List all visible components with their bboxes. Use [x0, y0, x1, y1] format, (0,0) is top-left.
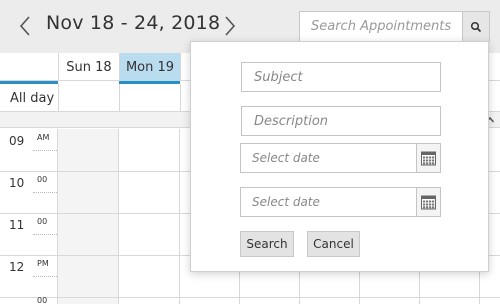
hour-line [0, 297, 500, 298]
day-column-mon[interactable] [119, 129, 180, 304]
next-week-button[interactable] [222, 12, 238, 40]
start-date-field [240, 143, 441, 173]
all-day-cell[interactable] [119, 84, 180, 112]
chevron-right-icon [225, 16, 236, 36]
calendar-icon [421, 151, 436, 165]
day-column-sun[interactable] [58, 129, 119, 304]
day-column[interactable] [180, 129, 190, 304]
time-label-suffix: 00 [37, 296, 48, 304]
start-date-input[interactable] [241, 144, 415, 172]
time-label-hour: 11 [9, 218, 25, 232]
subject-field [241, 62, 441, 92]
end-date-picker-button[interactable] [416, 188, 440, 216]
day-label: Mon 19 [125, 59, 175, 75]
time-label-suffix: PM [37, 259, 49, 268]
time-label-hour: 12 [9, 260, 25, 274]
end-date-field [240, 187, 441, 217]
search-appointments-box [299, 11, 463, 42]
description-input[interactable] [242, 107, 440, 135]
half-hour-line [33, 150, 57, 151]
time-label-hour: 09 [9, 134, 25, 148]
column-divider [57, 129, 58, 304]
chevron-left-icon [19, 16, 30, 36]
search-submit-button[interactable]: Search [240, 231, 294, 257]
search-appointments-input[interactable] [300, 12, 462, 41]
column-divider [179, 129, 180, 304]
search-icon [470, 21, 482, 32]
half-hour-line [33, 192, 57, 193]
all-day-label: All day [10, 91, 55, 106]
calendar-icon [421, 195, 436, 209]
day-header-mon[interactable]: Mon 19 [119, 53, 180, 81]
time-label-hour: 10 [9, 176, 25, 190]
advanced-search-popup: Search Cancel [190, 41, 489, 272]
previous-week-button[interactable] [17, 12, 33, 40]
search-button[interactable] [462, 11, 490, 42]
description-field [241, 106, 441, 136]
half-hour-line [33, 276, 57, 277]
time-label-suffix: 00 [37, 217, 48, 226]
day-label: Sun 18 [66, 59, 112, 75]
all-day-cell[interactable] [58, 84, 119, 112]
subject-input[interactable] [242, 63, 440, 91]
day-header-sun[interactable]: Sun 18 [58, 53, 119, 81]
column-divider [118, 129, 119, 304]
half-hour-line [33, 234, 57, 235]
time-label-suffix: 00 [37, 175, 48, 184]
cancel-button[interactable]: Cancel [307, 231, 360, 257]
time-label-suffix: AM [37, 133, 50, 142]
end-date-input[interactable] [241, 188, 415, 216]
start-date-picker-button[interactable] [416, 144, 440, 172]
date-range-title[interactable]: Nov 18 - 24, 2018 [46, 12, 220, 34]
